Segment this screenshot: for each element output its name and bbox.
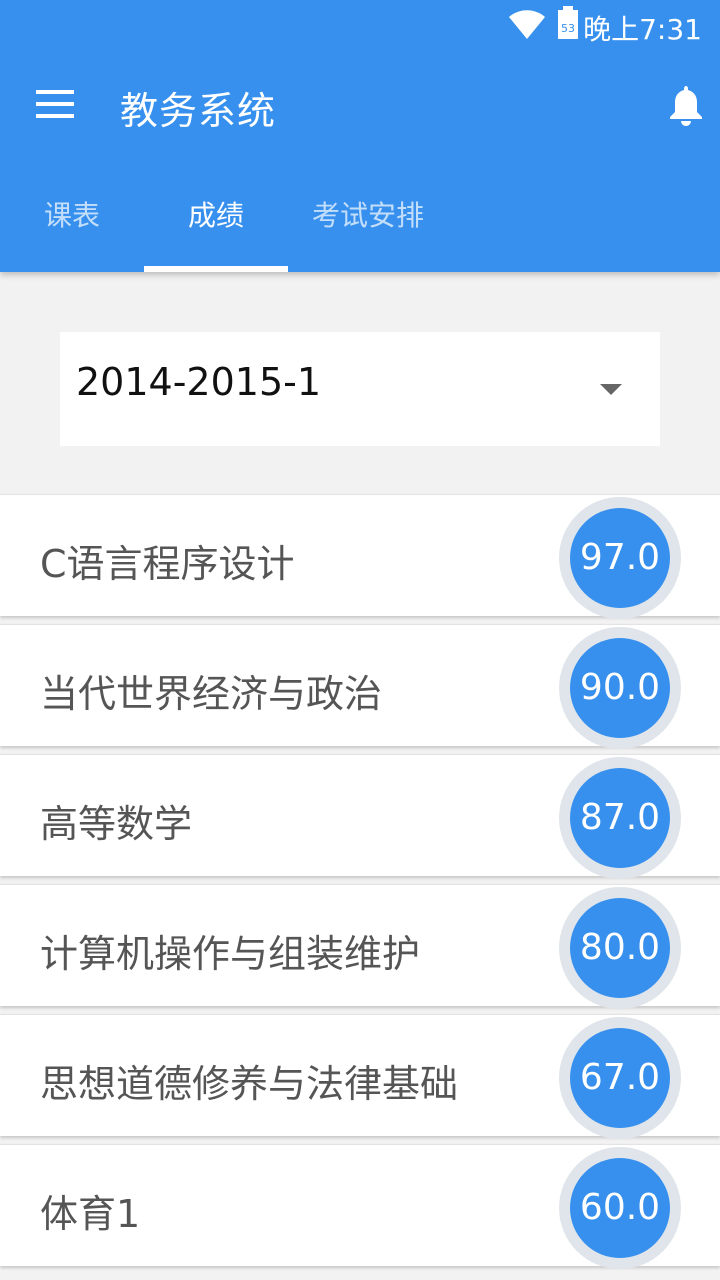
tab-grades[interactable]: 成绩 bbox=[144, 180, 288, 272]
bell-icon[interactable] bbox=[666, 84, 706, 126]
score-value: 90.0 bbox=[570, 638, 670, 738]
grade-item[interactable]: 体育1 60.0 bbox=[0, 1144, 720, 1269]
status-bar: 53 晚上7:31 bbox=[0, 0, 720, 50]
score-value: 67.0 bbox=[570, 1028, 670, 1128]
grade-item[interactable]: 高等数学 87.0 bbox=[0, 754, 720, 879]
term-dropdown[interactable]: 2014-2015-1 bbox=[60, 332, 660, 446]
tab-bar: 课表 成绩 考试安排 bbox=[0, 180, 720, 272]
battery-icon: 53 bbox=[558, 6, 578, 39]
grade-item[interactable]: 思想道德修养与法律基础 67.0 bbox=[0, 1014, 720, 1139]
course-name: 高等数学 bbox=[40, 802, 193, 846]
score-value: 60.0 bbox=[570, 1158, 670, 1258]
score-badge: 80.0 bbox=[559, 887, 681, 1009]
score-badge: 60.0 bbox=[559, 1147, 681, 1269]
active-tab-indicator bbox=[144, 266, 288, 272]
tab-schedule[interactable]: 课表 bbox=[0, 180, 144, 272]
score-value: 87.0 bbox=[570, 768, 670, 868]
term-value: 2014-2015-1 bbox=[76, 360, 322, 404]
app-bar: 53 晚上7:31 教务系统 课表 成绩 考试安排 bbox=[0, 0, 720, 272]
grade-item[interactable]: 计算机操作与组装维护 80.0 bbox=[0, 884, 720, 1009]
course-name: 思想道德修养与法律基础 bbox=[40, 1062, 459, 1106]
course-name: 体育1 bbox=[40, 1192, 141, 1236]
tab-exams[interactable]: 考试安排 bbox=[288, 180, 448, 272]
course-name: C语言程序设计 bbox=[40, 542, 295, 586]
score-value: 80.0 bbox=[570, 898, 670, 998]
menu-icon[interactable] bbox=[36, 88, 76, 120]
score-badge: 67.0 bbox=[559, 1017, 681, 1139]
grade-item[interactable]: 当代世界经济与政治 90.0 bbox=[0, 624, 720, 749]
status-time: 晚上7:31 bbox=[583, 13, 702, 46]
score-badge: 97.0 bbox=[559, 497, 681, 619]
app-title: 教务系统 bbox=[120, 89, 277, 133]
course-name: 当代世界经济与政治 bbox=[40, 672, 383, 716]
course-name: 计算机操作与组装维护 bbox=[40, 932, 421, 976]
score-value: 97.0 bbox=[570, 508, 670, 608]
score-badge: 87.0 bbox=[559, 757, 681, 879]
dropdown-arrow-icon bbox=[600, 384, 622, 395]
score-badge: 90.0 bbox=[559, 627, 681, 749]
wifi-icon bbox=[509, 10, 545, 39]
battery-level-text: 53 bbox=[561, 22, 575, 35]
grade-item[interactable]: C语言程序设计 97.0 bbox=[0, 494, 720, 619]
